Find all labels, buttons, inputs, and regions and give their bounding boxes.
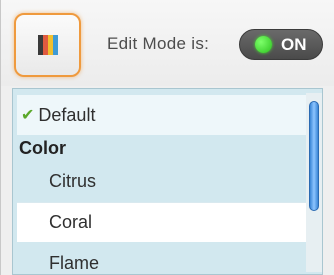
theme-picker-button[interactable] [14,13,81,77]
menu-item-label: Citrus [49,170,97,191]
checkmark-icon: ✔ [21,107,35,124]
menu-item-label: Coral [49,212,93,232]
menu-scrollbar[interactable] [306,93,322,272]
menu-item-coral[interactable]: Coral [17,202,306,242]
palette-swatch-icon [37,35,58,55]
status-dot-icon [255,36,272,53]
menu-item-default[interactable]: ✔ Default [17,95,306,135]
toolbar: Edit Mode is: ON [1,0,334,86]
menu-item-label: Flame [49,252,100,273]
menu-item-label: Default [38,104,96,125]
edit-mode-toggle[interactable]: ON [239,29,323,60]
scroll-thumb[interactable] [309,101,319,211]
edit-mode-label: Edit Mode is: [107,34,210,53]
menu-group-color: Color [19,138,66,158]
app-frame: Edit Mode is: ON ✔ Default Color Citrus … [0,0,334,275]
menu-item-flame[interactable]: Flame [17,243,306,274]
toggle-state-label: ON [281,34,307,54]
menu-item-citrus[interactable]: Citrus [17,161,306,201]
theme-dropdown-menu: ✔ Default Color Citrus Coral Flame [12,88,323,275]
